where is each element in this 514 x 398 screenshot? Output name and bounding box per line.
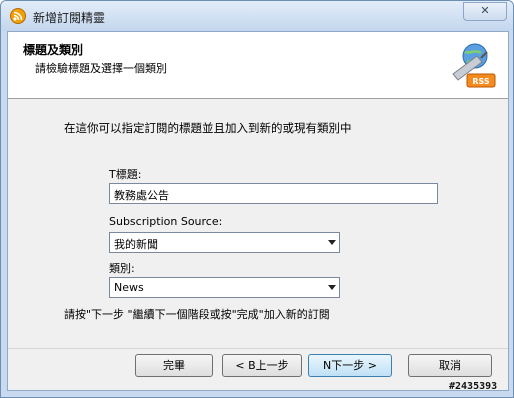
step-subtitle: 請檢驗標題及選擇一個類別 bbox=[35, 62, 167, 75]
category-select-value: News bbox=[114, 281, 144, 294]
title-input-value: 教務處公告 bbox=[114, 189, 169, 202]
next-button[interactable]: N下一步 > bbox=[308, 354, 392, 377]
source-select[interactable]: 我的新聞 bbox=[109, 232, 340, 253]
category-select[interactable]: News bbox=[109, 277, 340, 298]
title-label: T標題: bbox=[109, 168, 142, 181]
intro-text: 在這你可以指定訂閱的標題並且加入到新的或現有類別中 bbox=[64, 121, 352, 135]
step-title: 標題及類別 bbox=[23, 43, 84, 57]
title-input[interactable]: 教務處公告 bbox=[109, 183, 438, 204]
finish-button[interactable]: 完畢 bbox=[135, 354, 213, 377]
watermark-text: #2435393 bbox=[449, 381, 498, 392]
wizard-window: 新增訂閱精靈 ✕ 標題及類別 請檢驗標題及選擇一個類別 RSS 在這你可以指定訂… bbox=[0, 0, 514, 398]
cancel-button[interactable]: 取消 bbox=[408, 354, 492, 377]
wizard-header: 標題及類別 請檢驗標題及選擇一個類別 RSS bbox=[8, 32, 508, 99]
category-label: 類別: bbox=[109, 262, 135, 275]
rss-globe-icon: RSS bbox=[452, 43, 496, 88]
footer-divider bbox=[8, 348, 508, 349]
back-button[interactable]: < B上一步 bbox=[222, 354, 302, 377]
wizard-client-area: 標題及類別 請檢驗標題及選擇一個類別 RSS 在這你可以指定訂閱的標題並且加入到… bbox=[7, 31, 509, 391]
chevron-down-icon bbox=[328, 285, 336, 290]
rss-badge-text: RSS bbox=[472, 77, 490, 86]
close-button[interactable]: ✕ bbox=[463, 2, 507, 21]
source-label: Subscription Source: bbox=[109, 215, 223, 228]
instruction-text: 請按"下一步 "繼續下一個階段或按"完成"加入新的訂閱 bbox=[64, 308, 330, 321]
window-title: 新增訂閱精靈 bbox=[33, 11, 106, 25]
chevron-down-icon bbox=[328, 240, 336, 245]
rss-feed-icon bbox=[10, 8, 26, 24]
source-select-value: 我的新聞 bbox=[114, 238, 158, 251]
title-bar[interactable]: 新增訂閱精靈 ✕ bbox=[1, 1, 513, 31]
close-icon: ✕ bbox=[480, 4, 490, 17]
